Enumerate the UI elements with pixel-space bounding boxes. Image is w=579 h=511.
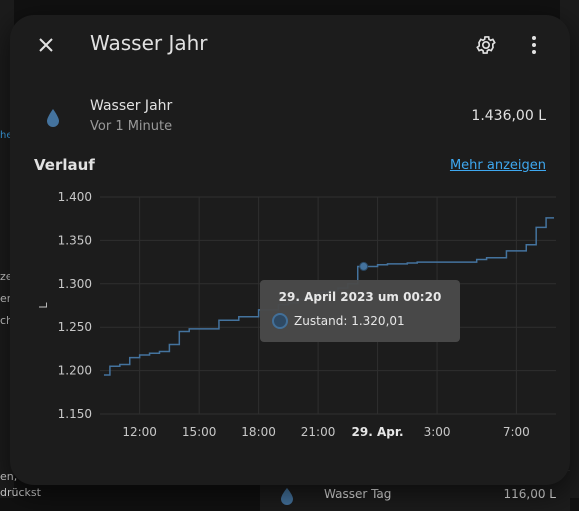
entity-name: Wasser Jahr — [90, 98, 173, 114]
background-entity-name: Wasser Tag — [324, 487, 392, 501]
entity-last-changed: Vor 1 Minute — [90, 119, 173, 134]
tooltip-title: 29. April 2023 um 00:20 — [278, 290, 442, 304]
close-icon — [39, 38, 53, 52]
more-info-dialog: Wasser Jahr Wasser Jahr Vor 1 Minute 1.4… — [10, 15, 570, 485]
y-tick-label: 1.300 — [58, 277, 92, 291]
background-text: drückst — [0, 486, 41, 499]
x-tick-label: 7:00 — [503, 425, 530, 439]
show-more-link[interactable]: Mehr anzeigen — [450, 158, 546, 173]
water-drop-icon — [281, 488, 293, 505]
y-tick-label: 1.350 — [58, 233, 92, 247]
dots-vertical-icon — [532, 36, 536, 54]
settings-button[interactable] — [472, 31, 500, 59]
x-tick-label: 12:00 — [122, 425, 157, 439]
water-drop-icon — [47, 109, 59, 127]
dialog-header: Wasser Jahr — [10, 15, 570, 75]
x-tick-label: 3:00 — [424, 425, 451, 439]
tooltip-label: Zustand: 1.320,01 — [294, 314, 405, 328]
y-tick-label: 1.400 — [58, 190, 92, 204]
entity-row[interactable]: Wasser Jahr Vor 1 Minute 1.436,00 L — [10, 91, 570, 141]
close-button[interactable] — [32, 31, 60, 59]
chart-tooltip: 29. April 2023 um 00:20 Zustand: 1.320,0… — [260, 280, 460, 342]
x-tick-label: 15:00 — [182, 425, 217, 439]
history-title: Verlauf — [34, 156, 95, 174]
gear-icon — [476, 36, 496, 54]
y-tick-label: 1.150 — [58, 407, 92, 421]
tooltip-series-marker — [272, 313, 288, 329]
x-tick-label: 21:00 — [301, 425, 336, 439]
y-tick-label: 1.250 — [58, 320, 92, 334]
background-entity-value: 116,00 L — [503, 487, 557, 501]
highlight-point — [359, 261, 369, 271]
y-axis-label: L — [37, 302, 50, 309]
entity-state: 1.436,00 L — [471, 108, 546, 124]
x-tick-label: 29. Apr. — [352, 425, 404, 439]
y-tick-label: 1.200 — [58, 364, 92, 378]
dialog-title: Wasser Jahr — [90, 31, 208, 55]
x-tick-label: 18:00 — [241, 425, 276, 439]
more-options-button[interactable] — [520, 31, 548, 59]
